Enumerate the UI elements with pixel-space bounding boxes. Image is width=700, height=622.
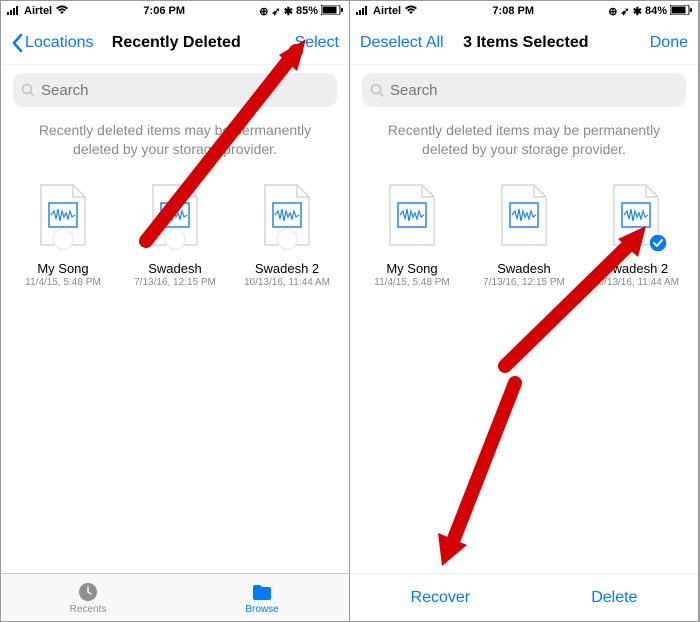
battery-percent: 84%: [645, 5, 667, 17]
file-item[interactable]: My Song 11/4/15, 5:48 PM: [11, 181, 115, 288]
wifi-icon: [55, 5, 69, 18]
deselect-all-button[interactable]: Deselect All: [360, 34, 444, 52]
select-button[interactable]: Select: [259, 34, 339, 52]
audio-file-icon: [29, 181, 97, 255]
file-item[interactable]: Swadesh 2 10/13/16, 11:44 AM: [235, 181, 339, 288]
status-bar: Airtel 7:06 PM ⊕ ➶ ✱ 85%: [1, 1, 349, 21]
file-item[interactable]: Swadesh 7/13/16, 12:15 PM: [123, 181, 227, 288]
recover-button[interactable]: Recover: [391, 581, 491, 615]
clock: 7:06 PM: [143, 5, 185, 17]
search-bar[interactable]: [13, 73, 337, 107]
clock: 7:08 PM: [492, 5, 534, 17]
carrier-label: Airtel: [24, 5, 52, 17]
file-date: 11/4/15, 5:48 PM: [374, 277, 449, 288]
file-name: My Song: [37, 261, 88, 276]
signal-icon: [356, 5, 370, 18]
location-icon: ➶: [621, 5, 630, 18]
tab-browse[interactable]: Browse: [175, 574, 349, 621]
clock-icon: [76, 581, 100, 603]
tab-label: Browse: [245, 604, 278, 615]
status-bar: Airtel 7:08 PM ⊕ ➶ ✱ 84%: [350, 1, 698, 21]
search-icon: [21, 83, 35, 97]
done-button[interactable]: Done: [608, 34, 688, 52]
battery-icon: [670, 5, 692, 18]
orientation-lock-icon: ⊕: [608, 5, 617, 18]
battery-percent: 85%: [296, 5, 318, 17]
carrier-label: Airtel: [373, 5, 401, 17]
nav-bar: Deselect All 3 Items Selected Done: [350, 21, 698, 65]
phone-right: Airtel 7:08 PM ⊕ ➶ ✱ 84% Deselect All 3 …: [350, 1, 699, 621]
file-date: 10/13/16, 11:44 AM: [593, 277, 679, 288]
file-name: Swadesh 2: [604, 261, 668, 276]
bluetooth-icon: ✱: [633, 5, 642, 18]
file-item[interactable]: Swadesh 7/13/16, 12:15 PM: [472, 181, 576, 288]
bluetooth-icon: ✱: [284, 5, 293, 18]
file-name: My Song: [386, 261, 437, 276]
file-date: 10/13/16, 11:44 AM: [244, 277, 330, 288]
checkmark-badge-icon: [648, 233, 668, 253]
wifi-icon: [404, 5, 418, 18]
tab-bar: Recents Browse: [1, 573, 349, 621]
files-grid: My Song 11/4/15, 5:48 PM Swadesh 7/13/16…: [350, 173, 698, 296]
file-date: 11/4/15, 5:48 PM: [25, 277, 100, 288]
tab-recents[interactable]: Recents: [1, 574, 175, 621]
chevron-left-icon: [11, 33, 23, 53]
files-grid: My Song 11/4/15, 5:48 PM Swadesh 7/13/16…: [1, 173, 349, 296]
signal-icon: [7, 5, 21, 18]
info-text: Recently deleted items may be permanentl…: [350, 115, 698, 173]
audio-file-icon: [378, 181, 446, 255]
file-date: 7/13/16, 12:15 PM: [134, 277, 216, 288]
search-icon: [370, 83, 384, 97]
back-button[interactable]: Locations: [11, 33, 94, 53]
back-label: Locations: [25, 34, 94, 52]
file-item[interactable]: Swadesh 2 10/13/16, 11:44 AM: [584, 181, 688, 288]
location-icon: ➶: [272, 5, 281, 18]
phone-left: Airtel 7:06 PM ⊕ ➶ ✱ 85% Locations Recen…: [1, 1, 350, 621]
audio-file-icon: [490, 181, 558, 255]
file-name: Swadesh: [497, 261, 550, 276]
file-name: Swadesh: [148, 261, 201, 276]
page-title: 3 Items Selected: [444, 34, 608, 52]
page-title: Recently Deleted: [94, 34, 260, 52]
search-bar[interactable]: [362, 73, 686, 107]
file-item[interactable]: My Song 11/4/15, 5:48 PM: [360, 181, 464, 288]
battery-icon: [321, 5, 343, 18]
delete-button[interactable]: Delete: [571, 581, 657, 615]
file-date: 7/13/16, 12:15 PM: [483, 277, 565, 288]
folder-icon: [250, 581, 274, 603]
audio-file-icon: [141, 181, 209, 255]
bottom-action-bar: Recover Delete: [350, 573, 698, 621]
orientation-lock-icon: ⊕: [259, 5, 268, 18]
nav-bar: Locations Recently Deleted Select: [1, 21, 349, 65]
search-input[interactable]: [41, 82, 329, 99]
info-text: Recently deleted items may be permanentl…: [1, 115, 349, 173]
audio-file-icon: [253, 181, 321, 255]
search-input[interactable]: [390, 82, 678, 99]
tab-label: Recents: [70, 604, 107, 615]
file-name: Swadesh 2: [255, 261, 319, 276]
